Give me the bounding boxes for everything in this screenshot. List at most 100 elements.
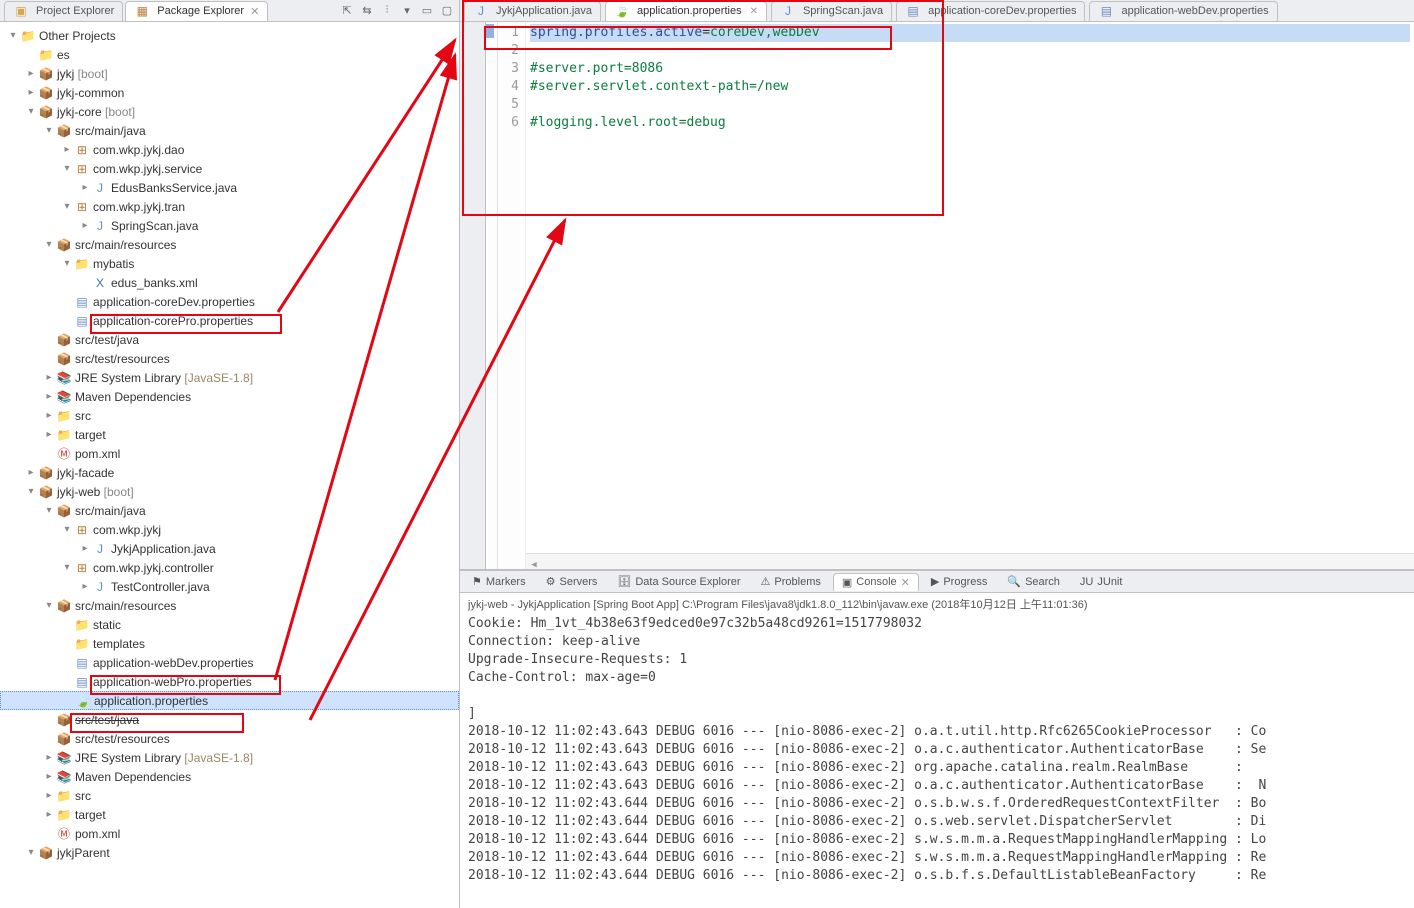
tree-item[interactable]: Xedus_banks.xml [0, 273, 459, 292]
tree-item[interactable]: Ⓜpom.xml [0, 444, 459, 463]
tree-item[interactable]: ▸📦jykj-facade [0, 463, 459, 482]
view-tab-console[interactable]: ▣Console ✕ [833, 573, 919, 591]
tree-item[interactable]: ▾⊞com.wkp.jykj.controller [0, 558, 459, 577]
view-tab-markers[interactable]: ⚑Markers [464, 573, 534, 590]
tree-item[interactable]: ▾📦jykj-core [boot] [0, 102, 459, 121]
expand-icon[interactable]: ▸ [42, 752, 56, 763]
tree-item[interactable]: ▸📁src [0, 786, 459, 805]
code-line[interactable] [530, 42, 1410, 60]
tree-item[interactable]: 📦src/test/resources [0, 349, 459, 368]
view-tab-junit[interactable]: JUJUnit [1072, 574, 1131, 590]
expand-icon[interactable]: ▾ [24, 847, 38, 858]
code-line[interactable]: spring.profiles.active=coreDev,webDev [530, 24, 1410, 42]
tree-item[interactable]: ▸JJykjApplication.java [0, 539, 459, 558]
tree-item[interactable]: ▸JSpringScan.java [0, 216, 459, 235]
tree-item[interactable]: 📁static [0, 615, 459, 634]
tree-item[interactable]: ▾📦src/main/resources [0, 596, 459, 615]
tree-item[interactable]: ▸📚JRE System Library [JavaSE-1.8] [0, 748, 459, 767]
expand-icon[interactable]: ▸ [78, 543, 92, 554]
code-area[interactable]: spring.profiles.active=coreDev,webDev #se… [526, 22, 1414, 569]
tree-item[interactable]: ▸📚Maven Dependencies [0, 767, 459, 786]
tree-item[interactable]: ▾📁mybatis [0, 254, 459, 273]
close-icon[interactable]: ✕ [901, 576, 910, 589]
expand-icon[interactable]: ▾ [42, 505, 56, 516]
expand-icon[interactable]: ▾ [42, 600, 56, 611]
tree-item[interactable]: ▾📦src/main/java [0, 501, 459, 520]
expand-icon[interactable]: ▸ [42, 429, 56, 440]
maximize-icon[interactable]: ▢ [439, 3, 455, 19]
views-tabbar[interactable]: ⚑Markers⚙Servers🗄Data Source Explorer⚠Pr… [460, 571, 1414, 593]
tree-item[interactable]: 📦src/test/java [0, 710, 459, 729]
editor-tab[interactable]: ▤application-coreDev.properties [896, 1, 1085, 21]
tree-item[interactable]: ▸📦jykj-common [0, 83, 459, 102]
expand-icon[interactable]: ▾ [6, 30, 20, 41]
tree-item[interactable]: 📦src/test/resources [0, 729, 459, 748]
expand-icon[interactable]: ▾ [24, 486, 38, 497]
close-icon[interactable]: ✕ [750, 6, 758, 17]
package-explorer-tab[interactable]: ▦ Package Explorer ✕ [125, 1, 268, 21]
console-output[interactable]: Cookie: Hm_1vt_4b38e63f9edced0e97c32b5a4… [460, 615, 1414, 885]
tree-item[interactable]: ▸📁target [0, 805, 459, 824]
tree-item[interactable]: ▸📦jykj [boot] [0, 64, 459, 83]
expand-icon[interactable]: ▸ [24, 87, 38, 98]
tree-item[interactable]: ▤application-corePro.properties [0, 311, 459, 330]
horizontal-scrollbar[interactable] [526, 553, 1414, 569]
minimize-icon[interactable]: ▭ [419, 3, 435, 19]
expand-icon[interactable]: ▾ [60, 201, 74, 212]
tree-item[interactable]: ▤application-webPro.properties [0, 672, 459, 691]
tree-item[interactable]: ▾⊞com.wkp.jykj.tran [0, 197, 459, 216]
tree-item[interactable]: ▸📁src [0, 406, 459, 425]
tree-item[interactable]: 📁templates [0, 634, 459, 653]
expand-icon[interactable]: ▸ [24, 467, 38, 478]
expand-icon[interactable]: ▾ [42, 239, 56, 250]
code-line[interactable]: #server.port=8086 [530, 60, 1410, 78]
tree-item[interactable]: 📁es [0, 45, 459, 64]
expand-icon[interactable]: ▾ [60, 163, 74, 174]
expand-icon[interactable]: ▾ [42, 125, 56, 136]
code-line[interactable]: #server.servlet.context-path=/new [530, 78, 1410, 96]
tree-item[interactable]: ▾📦jykjParent [0, 843, 459, 862]
tree-item[interactable]: 📦src/test/java [0, 330, 459, 349]
link-icon[interactable]: ⇆ [359, 3, 375, 19]
project-explorer-tab[interactable]: ▣ Project Explorer [4, 1, 123, 21]
code-line[interactable] [530, 96, 1410, 114]
tree-item[interactable]: ▤application-coreDev.properties [0, 292, 459, 311]
expand-icon[interactable]: ▾ [60, 258, 74, 269]
tree-item[interactable]: ▾📦jykj-web [boot] [0, 482, 459, 501]
expand-icon[interactable]: ▸ [42, 410, 56, 421]
tree-item[interactable]: ▸📚Maven Dependencies [0, 387, 459, 406]
expand-icon[interactable]: ▸ [78, 220, 92, 231]
tree-item[interactable]: ▾⊞com.wkp.jykj.service [0, 159, 459, 178]
expand-icon[interactable]: ▸ [42, 372, 56, 383]
tree-item[interactable]: ▾📁Other Projects [0, 26, 459, 45]
expand-icon[interactable]: ▸ [78, 182, 92, 193]
expand-icon[interactable]: ▸ [42, 771, 56, 782]
expand-icon[interactable]: ▾ [60, 562, 74, 573]
expand-icon[interactable]: ▸ [42, 790, 56, 801]
view-tab-problems[interactable]: ⚠Problems [753, 573, 829, 590]
expand-icon[interactable]: ▸ [78, 581, 92, 592]
tree-item[interactable]: ▾⊞com.wkp.jykj [0, 520, 459, 539]
tree-item[interactable]: ▸📚JRE System Library [JavaSE-1.8] [0, 368, 459, 387]
tree-item[interactable]: ▸📁target [0, 425, 459, 444]
expand-icon[interactable]: ▸ [60, 144, 74, 155]
view-tab-data-source-explorer[interactable]: 🗄Data Source Explorer [609, 573, 748, 590]
tree-item[interactable]: ▸⊞com.wkp.jykj.dao [0, 140, 459, 159]
filter-icon[interactable]: ⫶ [379, 3, 395, 19]
view-tab-search[interactable]: 🔍Search [999, 573, 1068, 590]
tree-item[interactable]: ▤application-webDev.properties [0, 653, 459, 672]
tree-item[interactable]: ▾📦src/main/resources [0, 235, 459, 254]
editor-tab[interactable]: ▤application-webDev.properties [1089, 1, 1277, 21]
tree-item[interactable]: ▸JTestController.java [0, 577, 459, 596]
menu-icon[interactable]: ▾ [399, 3, 415, 19]
expand-icon[interactable]: ▸ [24, 68, 38, 79]
code-line[interactable]: #logging.level.root=debug [530, 114, 1410, 132]
project-tree[interactable]: ▾📁Other Projects📁es▸📦jykj [boot]▸📦jykj-c… [0, 22, 459, 908]
editor-tab[interactable]: 🍃application.properties✕ [605, 1, 767, 21]
tree-item[interactable]: Ⓜpom.xml [0, 824, 459, 843]
view-tab-progress[interactable]: ▶Progress [923, 573, 996, 590]
tree-item[interactable]: 🍃application.properties [0, 691, 459, 710]
expand-icon[interactable]: ▾ [24, 106, 38, 117]
expand-icon[interactable]: ▸ [42, 391, 56, 402]
editor-tab[interactable]: JJykjApplication.java [464, 1, 601, 21]
